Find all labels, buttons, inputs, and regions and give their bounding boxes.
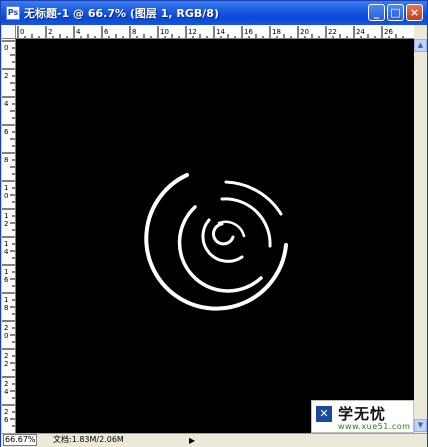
zoom-level-field[interactable]: 66.67% [3,434,37,446]
horizontal-ruler[interactable]: 0 2 4 6 8 10 12 14 16 18 20 22 24 26 [16,25,414,39]
vertical-ruler[interactable]: 02468101214161820222426 [2,39,16,433]
watermark-logo-icon: ✕ [316,406,332,422]
vertical-scrollbar[interactable]: ▲ ▼ [414,25,427,433]
ruler-tick-label: 4 [76,28,81,36]
ruler-tick-label: 10 [160,28,169,36]
middle-arc [177,205,263,293]
scroll-up-arrow-icon[interactable]: ▲ [414,39,427,52]
ruler-tick-label: 22 [328,28,337,36]
document-window: Ps 无标题-1 @ 66.7% (图层 1, RGB/8) _ □ × 024… [0,0,428,447]
ruler-tick-label: 6 [4,128,9,136]
ruler-tick-label: 2 [4,408,8,416]
ruler-tick-label: 0 [4,44,8,52]
ruler-tick-label: 0 [4,192,8,200]
ruler-tick-label: 8 [4,304,8,312]
ruler-tick-label: 1 [4,268,8,276]
ruler-tick-label: 6 [4,276,9,284]
ruler-tick-label: 8 [4,156,8,164]
ruler-tick-label: 2 [4,72,8,80]
horizontal-scrollbar[interactable] [199,435,399,446]
minimize-button[interactable]: _ [368,4,385,21]
ruler-tick-label: 2 [4,360,8,368]
ruler-tick-label: 2 [48,28,52,36]
ruler-tick-label: 16 [244,28,253,36]
watermark-xue51: ✕ 学无忧 www.xue51.com [311,400,414,433]
ruler-tick-label: 2 [4,380,8,388]
core-arc [212,222,235,246]
ruler-tick-label: 4 [4,248,9,256]
ruler-tick-label: 2 [4,352,8,360]
ruler-tick-label: 1 [4,212,8,220]
watermark-name: 学无忧 [338,405,387,423]
status-bar: 66.67% 文档:1.83M/2.06M ▶ [1,433,427,447]
ruler-tick-label: 2 [4,220,8,228]
title-bar[interactable]: Ps 无标题-1 @ 66.7% (图层 1, RGB/8) _ □ × [1,1,427,25]
vertical-ruler-ticks: 02468101214161820222426 [2,40,15,427]
ruler-tick-label: 26 [384,28,393,36]
close-button[interactable]: × [406,4,423,21]
watermark-url: www.xue51.com [338,422,411,431]
photoshop-doc-icon[interactable]: Ps [6,6,20,20]
ruler-tick-label: 20 [300,28,309,36]
ruler-tick-label: 2 [4,324,8,332]
document-canvas[interactable] [16,39,414,433]
ruler-tick-label: 1 [4,296,8,304]
ruler-tick-label: 4 [4,100,9,108]
ruler-tick-label: 8 [132,28,136,36]
ruler-tick-label: 1 [4,240,8,248]
concentric-arcs-artwork [144,173,288,311]
ruler-tick-label: 14 [216,28,225,36]
ruler-tick-label: 0 [20,28,24,36]
ruler-tick-label: 6 [4,416,9,424]
ruler-tick-label: 0 [4,332,8,340]
ruler-tick-label: 24 [356,28,365,36]
ruler-tick-label: 18 [272,28,281,36]
maximize-button[interactable]: □ [387,4,404,21]
ruler-tick-label: 4 [4,388,9,396]
app-icon-label: Ps [7,8,19,17]
status-menu-arrow-icon[interactable]: ▶ [189,435,195,447]
window-title: 无标题-1 @ 66.7% (图层 1, RGB/8) [24,7,219,20]
ruler-tick-label: 1 [4,184,8,192]
scroll-down-arrow-icon[interactable]: ▼ [414,419,427,432]
ruler-tick-label: 12 [188,28,197,36]
document-size-info[interactable]: 文档:1.83M/2.06M [53,434,183,446]
ruler-origin[interactable] [2,25,16,39]
ruler-tick-label: 6 [104,28,109,36]
horizontal-ruler-ticks: 0 2 4 6 8 10 12 14 16 18 20 22 24 26 [17,26,404,38]
